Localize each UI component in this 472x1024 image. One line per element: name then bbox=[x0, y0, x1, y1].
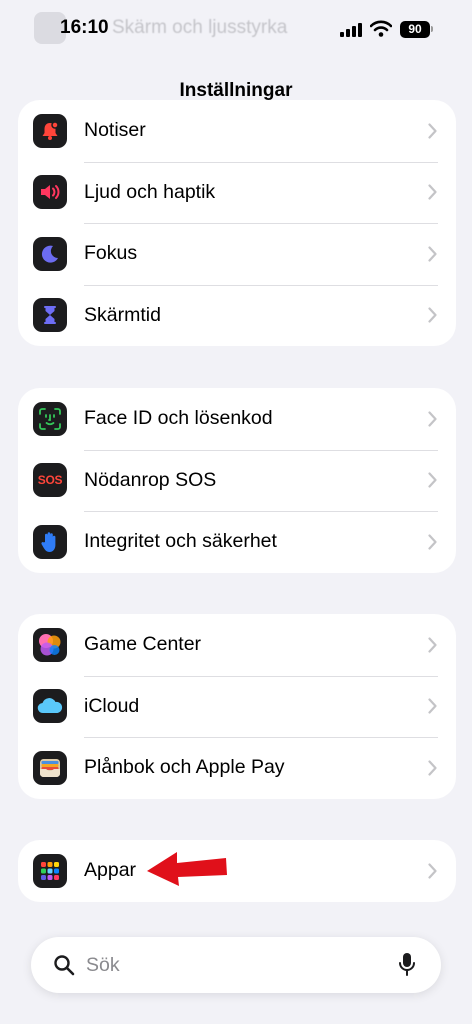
settings-row-label: Game Center bbox=[84, 633, 202, 656]
settings-row-label: Integritet och säkerhet bbox=[84, 530, 277, 553]
chevron-right-icon bbox=[428, 760, 437, 776]
settings-row-label: Face ID och lösenkod bbox=[84, 407, 273, 430]
chevron-right-icon bbox=[428, 698, 437, 714]
settings-group-1: Notiser Ljud och haptik Fokus Skärmtid bbox=[18, 100, 456, 346]
settings-row-integritet[interactable]: Integritet och säkerhet bbox=[18, 511, 456, 573]
settings-row-planbok[interactable]: Plånbok och Apple Pay bbox=[18, 737, 456, 799]
settings-row-ljud-och-haptik[interactable]: Ljud och haptik bbox=[18, 161, 456, 224]
hourglass-icon bbox=[33, 298, 67, 333]
chevron-right-icon bbox=[428, 637, 437, 653]
settings-row-label: Notiser bbox=[84, 119, 146, 142]
search-icon bbox=[54, 955, 75, 976]
settings-row-nodanrop-sos[interactable]: SOS Nödanrop SOS bbox=[18, 449, 456, 512]
sos-icon-text: SOS bbox=[37, 473, 63, 488]
settings-row-skarmtid[interactable]: Skärmtid bbox=[18, 284, 456, 347]
settings-row-label: Appar bbox=[84, 859, 137, 882]
annotation-arrow-icon bbox=[147, 852, 227, 886]
chevron-right-icon bbox=[428, 863, 437, 879]
face-id-icon bbox=[33, 401, 67, 436]
bell-badge-icon bbox=[33, 113, 67, 148]
settings-row-label: Fokus bbox=[84, 242, 138, 265]
settings-row-label: iCloud bbox=[84, 694, 140, 717]
game-center-icon bbox=[33, 627, 67, 662]
page-title: Inställningar bbox=[179, 80, 293, 101]
chevron-right-icon bbox=[428, 307, 437, 323]
moon-icon bbox=[33, 236, 67, 271]
cellular-signal-icon bbox=[340, 23, 362, 37]
settings-group-2: Face ID och lösenkod SOS Nödanrop SOS In… bbox=[18, 388, 456, 573]
chevron-right-icon bbox=[428, 534, 437, 550]
settings-row-appar[interactable]: Appar bbox=[18, 840, 456, 902]
apps-grid-icon bbox=[33, 853, 67, 888]
hand-icon bbox=[33, 524, 67, 559]
search-input[interactable]: Sök bbox=[86, 954, 120, 977]
settings-group-4: Appar bbox=[18, 840, 456, 902]
settings-row-fokus[interactable]: Fokus bbox=[18, 223, 456, 285]
cloud-icon bbox=[33, 689, 67, 724]
chevron-right-icon bbox=[428, 472, 437, 488]
settings-row-game-center[interactable]: Game Center bbox=[18, 614, 456, 676]
settings-row-icloud[interactable]: iCloud bbox=[18, 675, 456, 738]
status-time: 16:10 bbox=[60, 17, 109, 38]
chevron-right-icon bbox=[428, 123, 437, 139]
battery-indicator: 90 bbox=[400, 21, 430, 38]
settings-row-label: Skärmtid bbox=[84, 303, 161, 326]
chevron-right-icon bbox=[428, 246, 437, 262]
wifi-icon bbox=[370, 20, 392, 37]
chevron-right-icon bbox=[428, 184, 437, 200]
settings-row-label: Plånbok och Apple Pay bbox=[84, 756, 285, 779]
settings-row-label: Ljud och haptik bbox=[84, 180, 216, 203]
settings-row-label: Nödanrop SOS bbox=[84, 468, 217, 491]
wallet-icon bbox=[33, 750, 67, 785]
speaker-icon bbox=[33, 175, 67, 210]
microphone-icon[interactable] bbox=[398, 952, 416, 978]
status-bar: Skärm och ljusstyrka 16:10 90 bbox=[0, 0, 472, 60]
search-bar[interactable]: Sök bbox=[31, 937, 441, 993]
settings-row-notiser[interactable]: Notiser bbox=[18, 100, 456, 162]
ghost-title: Skärm och ljusstyrka bbox=[112, 17, 288, 38]
battery-tip bbox=[431, 26, 433, 32]
sos-icon: SOS bbox=[33, 463, 67, 498]
chevron-right-icon bbox=[428, 411, 437, 427]
settings-row-face-id[interactable]: Face ID och lösenkod bbox=[18, 388, 456, 450]
settings-group-3: Game Center iCloud Plånbok och Apple Pay bbox=[18, 614, 456, 799]
